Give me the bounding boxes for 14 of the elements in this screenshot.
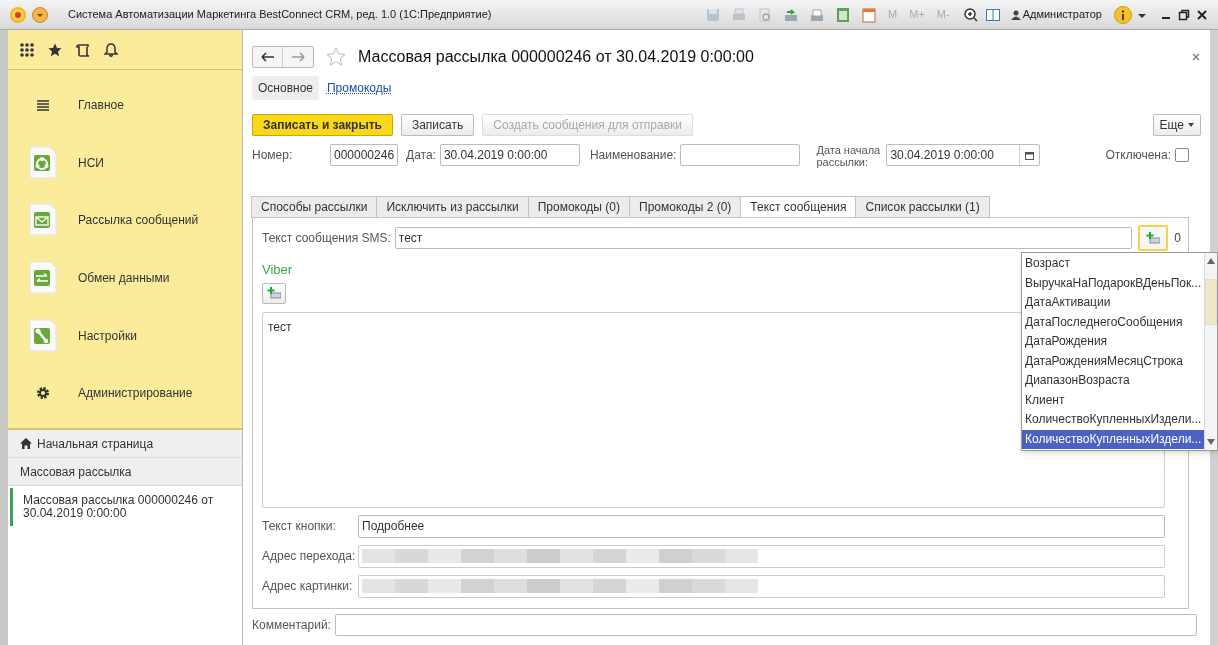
field-label: Текст кнопки: (262, 518, 337, 535)
field-label: Отключена: (1105, 147, 1171, 164)
field-label: Наименование: (589, 147, 677, 164)
field-label: Дата начала рассылки: (816, 144, 882, 168)
field-label: Номер: (252, 147, 294, 164)
field-label: Адрес картинки: (262, 578, 354, 595)
field-label: Дата: (406, 147, 436, 164)
form-title: Массовая рассылка 000000246 от 30.04.2019 0:00:00 (358, 47, 754, 67)
field-label: Текст сообщения SMS: (262, 230, 391, 247)
section-title: Viber (262, 261, 293, 279)
field-label: Комментарий: (252, 616, 331, 634)
character-count: 0 (1174, 230, 1181, 247)
field-label: Адрес перехода: (262, 548, 357, 565)
window-title: Система Автоматизации Маркетинга BestConnect CRM, ред. 1.0 (1С:Предприятие) (68, 7, 492, 23)
